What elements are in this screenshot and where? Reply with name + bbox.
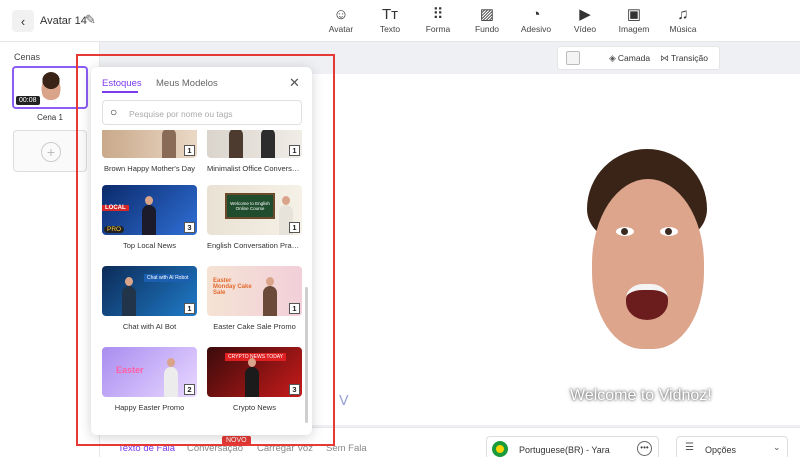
- watermark-icon: ᐯ: [339, 392, 349, 408]
- project-title: Avatar 14: [40, 15, 87, 27]
- chalkboard: Welcome to English Online Course: [225, 193, 275, 219]
- template-thumbnail: Easter Monday Cake Sale 1: [207, 266, 302, 316]
- language-select[interactable]: Portuguese(BR) - Yara •••: [486, 436, 659, 457]
- avatar-icon: ☺: [333, 6, 349, 23]
- sticker-icon: ◔: [531, 6, 541, 23]
- template-thumbnail: Easter 2: [102, 347, 197, 397]
- tool-video[interactable]: ▶ Vídeo: [563, 6, 607, 34]
- tool-shapes[interactable]: ⠿ Forma: [416, 6, 460, 34]
- stage-caption: Welcome to Vidnoz!: [570, 387, 712, 404]
- search-placeholder: Pesquise por nome ou tags: [129, 109, 233, 119]
- video-stage[interactable]: [462, 74, 800, 425]
- stage-edge: [310, 74, 462, 425]
- chevron-left-icon: ‹: [20, 13, 26, 29]
- template-card[interactable]: CRYPTO NEWS TODAY 3 Crypto News: [207, 347, 302, 412]
- template-thumbnail: Chat with AI Robot 1: [102, 266, 197, 316]
- tab-text-to-speech[interactable]: Texto de Fala: [118, 443, 175, 454]
- tool-image[interactable]: ▣ Imagem: [612, 6, 656, 34]
- active-tab-indicator: [102, 91, 138, 93]
- close-icon[interactable]: ✕: [289, 75, 300, 91]
- scene-avatar-image: [40, 72, 62, 100]
- scenes-title: Cenas: [14, 52, 41, 62]
- shapes-icon: ⠿: [432, 6, 444, 23]
- template-card[interactable]: 1 Brown Happy Mother's Day: [102, 130, 197, 173]
- template-card[interactable]: Chat with AI Robot 1 Chat with AI Bot: [102, 266, 197, 331]
- search-icon: ○: [110, 105, 118, 119]
- template-card[interactable]: Easter 2 Happy Easter Promo: [102, 347, 197, 412]
- template-card[interactable]: 1 Minimalist Office Conversat...: [207, 130, 302, 173]
- edit-icon[interactable]: ✎: [85, 12, 96, 28]
- text-icon: Tт: [381, 6, 399, 23]
- options-label: Opções: [705, 445, 737, 455]
- template-thumbnail: 1: [207, 130, 302, 158]
- transition-icon: ⋈: [660, 53, 669, 63]
- pro-badge: PRO: [104, 226, 125, 233]
- template-thumbnail: Welcome to English Online Course 1: [207, 185, 302, 235]
- add-scene-button[interactable]: +: [13, 130, 87, 172]
- new-badge: NOVO: [222, 436, 251, 445]
- scene-label: Cena 1: [37, 113, 63, 122]
- layer-button[interactable]: ◈ Camada: [609, 53, 650, 64]
- template-card[interactable]: Welcome to English Online Course 1 Engli…: [207, 185, 302, 250]
- transition-button[interactable]: ⋈ Transição: [660, 53, 708, 64]
- tab-stock[interactable]: Estoques: [102, 78, 142, 89]
- color-swatch[interactable]: [566, 51, 580, 65]
- template-card[interactable]: LOCAL PRO 3 Top Local News: [102, 185, 197, 250]
- tool-text[interactable]: Tт Texto: [368, 6, 412, 34]
- music-icon: ♫: [677, 6, 689, 23]
- options-dropdown[interactable]: ☰ Opções ⌄: [676, 436, 788, 457]
- top-toolbar: ‹ Avatar 14 ✎ ☺ Avatar Tт Texto ⠿ Forma …: [0, 0, 800, 42]
- brazil-flag-icon: [492, 441, 508, 457]
- tool-music[interactable]: ♫ Música: [661, 6, 705, 34]
- template-thumbnail: CRYPTO NEWS TODAY 3: [207, 347, 302, 397]
- template-popup: Estoques Meus Modelos ✕ ○ Pesquise por n…: [91, 67, 312, 435]
- scene-duration: 00:08: [16, 96, 40, 105]
- tab-no-speech[interactable]: Sem Fala: [326, 443, 367, 454]
- sliders-icon: ☰: [685, 442, 694, 453]
- popup-scrollbar[interactable]: [305, 287, 308, 423]
- more-icon[interactable]: •••: [637, 441, 652, 456]
- tab-upload-voice[interactable]: Carregar Voz: [257, 443, 313, 454]
- tab-my-templates[interactable]: Meus Modelos: [156, 78, 218, 89]
- chevron-down-icon: ⌄: [773, 442, 781, 452]
- template-thumbnail: 1: [102, 130, 197, 158]
- back-button[interactable]: ‹: [12, 10, 34, 32]
- search-input[interactable]: ○ Pesquise por nome ou tags: [102, 100, 302, 125]
- scene-thumbnail[interactable]: 00:08: [12, 66, 88, 109]
- canvas-toolbar: ◈ Camada ⋈ Transição: [557, 46, 720, 70]
- template-thumbnail: LOCAL PRO 3: [102, 185, 197, 235]
- avatar-image: [582, 149, 712, 354]
- local-tag: LOCAL: [102, 205, 129, 211]
- layers-icon: ◈: [609, 53, 616, 63]
- template-card[interactable]: Easter Monday Cake Sale 1 Easter Cake Sa…: [207, 266, 302, 331]
- tool-avatar[interactable]: ☺ Avatar: [319, 6, 363, 34]
- background-icon: ▨: [479, 6, 495, 23]
- language-label: Portuguese(BR) - Yara: [519, 445, 610, 455]
- video-icon: ▶: [579, 6, 591, 23]
- tool-background[interactable]: ▨ Fundo: [465, 6, 509, 34]
- tool-sticker[interactable]: ◔ Adesivo: [514, 6, 558, 34]
- template-grid: 1 Brown Happy Mother's Day 1 Minimalist …: [102, 130, 302, 430]
- image-icon: ▣: [626, 6, 642, 23]
- plus-icon: +: [41, 142, 61, 162]
- scenes-panel: Cenas 00:08 Cena 1 +: [0, 42, 100, 457]
